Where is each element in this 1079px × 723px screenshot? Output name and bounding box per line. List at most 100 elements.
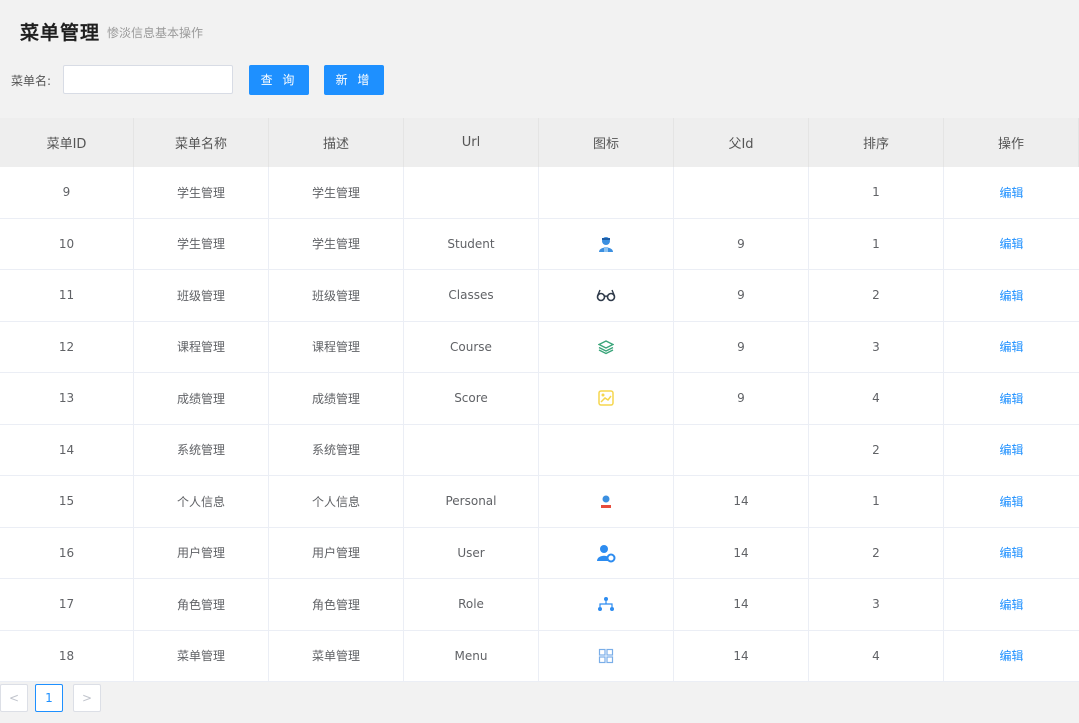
cell-name: 系统管理 <box>134 424 269 475</box>
cell-icon <box>539 373 674 424</box>
cell-sort-text: 4 <box>872 391 880 406</box>
cell-action: 编辑 <box>944 373 1079 424</box>
next-page-button[interactable]: > <box>73 684 101 712</box>
cell-action: 编辑 <box>944 579 1079 630</box>
cell-url-text: Classes <box>448 288 494 303</box>
cell-url <box>404 424 539 475</box>
cell-desc-text: 角色管理 <box>311 597 360 612</box>
cell-parent-text: 9 <box>737 339 745 354</box>
cell-parent-text: 9 <box>737 236 745 251</box>
table-row: 17 角色管理 角色管理 Role 14 3 编辑 <box>0 579 1079 631</box>
cell-action: 编辑 <box>944 528 1079 579</box>
add-button[interactable]: 新 增 <box>324 65 384 95</box>
table-body: 9 学生管理 学生管理 1 编辑 10 学生管理 学生管理 Student 9 1 编辑 11 班级管理班… <box>0 167 1079 682</box>
cell-parent: 9 <box>674 373 809 424</box>
cell-name-text: 个人信息 <box>176 494 225 509</box>
cell-icon <box>539 630 674 681</box>
menu-name-input[interactable] <box>63 65 233 94</box>
personal-icon <box>599 493 613 509</box>
cell-desc-text: 课程管理 <box>311 340 360 355</box>
cell-id-text: 12 <box>58 339 75 354</box>
cell-url: Role <box>404 579 539 630</box>
cell-name: 课程管理 <box>134 321 269 372</box>
edit-link[interactable]: 编辑 <box>999 544 1023 561</box>
cell-parent-text: 9 <box>737 391 745 406</box>
cell-parent-text: 9 <box>737 288 745 303</box>
cell-url: Personal <box>404 476 539 527</box>
edit-link[interactable]: 编辑 <box>999 235 1023 252</box>
cell-parent: 9 <box>674 321 809 372</box>
cell-desc-text: 班级管理 <box>311 288 360 303</box>
column-header-sort[interactable]: 排序 <box>809 118 944 167</box>
query-button[interactable]: 查 询 <box>249 65 309 95</box>
edit-link[interactable]: 编辑 <box>999 441 1023 458</box>
prev-page-button[interactable]: < <box>0 684 28 712</box>
cell-action: 编辑 <box>944 167 1079 218</box>
score-icon <box>597 389 615 407</box>
page-number-button[interactable]: 1 <box>35 684 63 712</box>
column-header-desc[interactable]: 描述 <box>269 118 404 167</box>
column-header-name[interactable]: 菜单名称 <box>134 118 269 167</box>
cell-icon <box>539 476 674 527</box>
cell-sort: 1 <box>809 476 944 527</box>
cell-sort: 3 <box>809 321 944 372</box>
cell-desc: 系统管理 <box>269 424 404 475</box>
cell-parent: 14 <box>674 527 809 578</box>
cell-id-text: 17 <box>58 597 75 612</box>
cell-url: Score <box>404 373 539 424</box>
cell-sort-text: 1 <box>872 236 880 251</box>
cell-icon <box>539 424 674 475</box>
column-header-parent[interactable]: 父Id <box>674 118 809 167</box>
cell-name-text: 课程管理 <box>176 340 225 355</box>
cell-parent-text: 14 <box>733 545 749 560</box>
hierarchy-icon <box>597 596 615 612</box>
cell-url: User <box>404 527 539 578</box>
page-subtitle: 惨淡信息基本操作 <box>107 26 204 40</box>
cell-url-text: User <box>457 545 485 560</box>
cell-parent: 9 <box>674 270 809 321</box>
cell-desc: 菜单管理 <box>269 630 404 681</box>
cell-sort-text: 3 <box>872 339 880 354</box>
edit-link[interactable]: 编辑 <box>999 184 1023 201</box>
cell-url-text: Personal <box>445 494 497 509</box>
layers-icon <box>598 339 614 355</box>
cell-url <box>404 167 539 218</box>
cell-url-text: Menu <box>454 648 488 663</box>
cell-id-text: 14 <box>58 442 75 457</box>
menu-name-label: 菜单名: <box>11 74 52 88</box>
cell-id: 16 <box>0 527 134 578</box>
cell-sort: 3 <box>809 579 944 630</box>
cell-id-text: 9 <box>62 185 71 200</box>
cell-sort-text: 2 <box>872 545 880 560</box>
cell-url-text: Score <box>454 391 488 406</box>
edit-link[interactable]: 编辑 <box>999 596 1023 613</box>
cell-icon <box>539 167 674 218</box>
cell-icon <box>539 527 674 578</box>
cell-url: Menu <box>404 630 539 681</box>
column-header-icon[interactable]: 图标 <box>539 118 674 167</box>
column-header-id[interactable]: 菜单ID <box>0 118 134 167</box>
cell-sort: 2 <box>809 270 944 321</box>
edit-link[interactable]: 编辑 <box>999 287 1023 304</box>
edit-link[interactable]: 编辑 <box>999 390 1023 407</box>
cell-sort-text: 2 <box>872 288 880 303</box>
cell-desc: 用户管理 <box>269 527 404 578</box>
cell-parent-text: 14 <box>733 494 749 509</box>
cell-name: 个人信息 <box>134 476 269 527</box>
cell-id: 12 <box>0 321 134 372</box>
cell-desc: 学生管理 <box>269 218 404 269</box>
cell-desc-text: 成绩管理 <box>311 391 360 406</box>
cell-action: 编辑 <box>944 631 1079 682</box>
cell-sort-text: 3 <box>872 597 880 612</box>
cell-name: 角色管理 <box>134 579 269 630</box>
edit-link[interactable]: 编辑 <box>999 493 1023 510</box>
column-header-url[interactable]: Url <box>404 118 539 167</box>
edit-link[interactable]: 编辑 <box>999 338 1023 355</box>
cell-name-text: 成绩管理 <box>176 391 225 406</box>
cell-name-text: 菜单管理 <box>176 649 225 664</box>
cell-name-text: 学生管理 <box>176 237 225 252</box>
cell-desc: 学生管理 <box>269 167 404 218</box>
edit-link[interactable]: 编辑 <box>999 647 1023 664</box>
cell-parent: 14 <box>674 630 809 681</box>
cell-desc: 班级管理 <box>269 270 404 321</box>
